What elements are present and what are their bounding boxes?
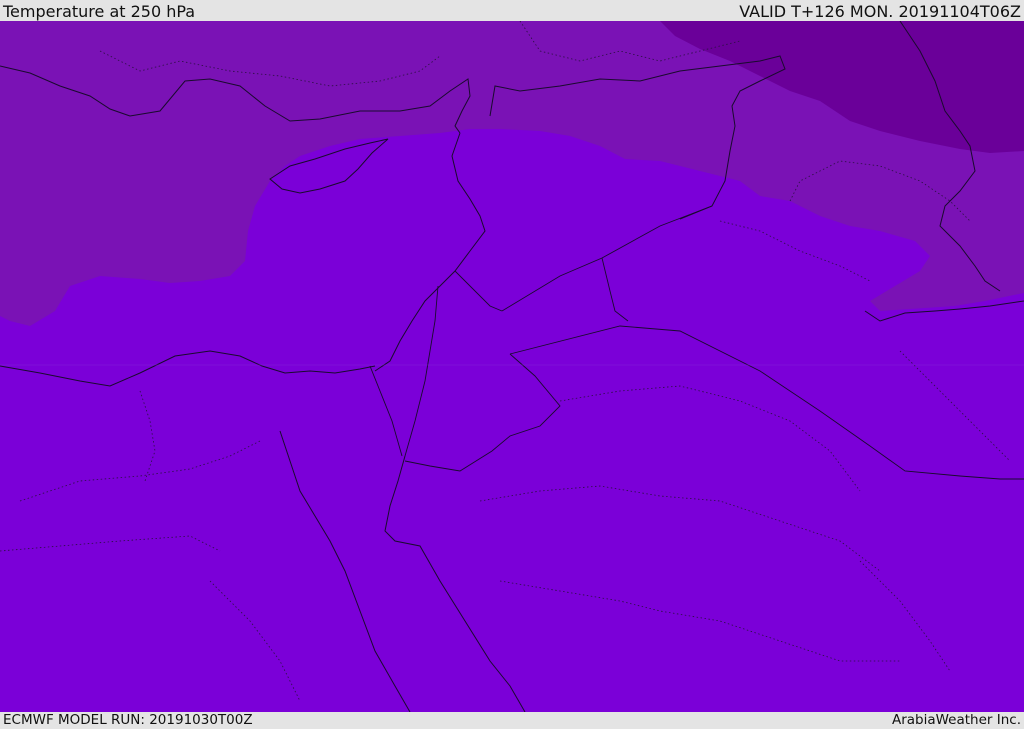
header-bar: Temperature at 250 hPa VALID T+126 MON. … (0, 0, 1024, 21)
map-title: Temperature at 250 hPa (3, 2, 196, 21)
model-run: ECMWF MODEL RUN: 20191030T00Z (3, 712, 253, 728)
credit: ArabiaWeather Inc. (891, 712, 1021, 728)
footer-bar: ECMWF MODEL RUN: 20191030T00Z ArabiaWeat… (0, 712, 1024, 729)
valid-time: VALID T+126 MON. 20191104T06Z (739, 2, 1021, 21)
temperature-map[interactable] (0, 21, 1024, 712)
